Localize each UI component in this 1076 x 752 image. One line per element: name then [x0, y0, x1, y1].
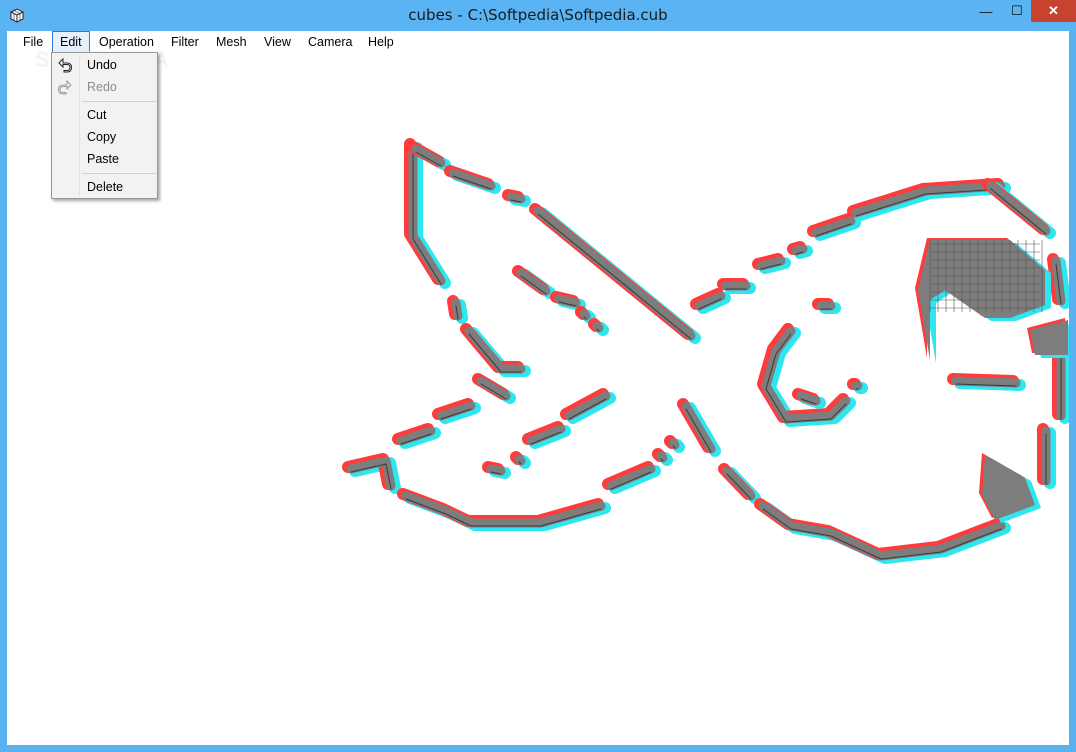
- paste-label: Paste: [87, 152, 119, 166]
- title-bar[interactable]: cubes - C:\Softpedia\Softpedia.cub — ☐ ✕: [0, 0, 1076, 31]
- menu-filter[interactable]: Filter: [164, 31, 206, 53]
- redo-icon: [57, 79, 72, 95]
- window-title: cubes - C:\Softpedia\Softpedia.cub: [408, 6, 668, 24]
- maximize-button[interactable]: ☐: [1002, 0, 1032, 22]
- menu-view[interactable]: View: [257, 31, 298, 53]
- maximize-icon: ☐: [1011, 3, 1023, 18]
- copy-menu-item[interactable]: Copy: [52, 126, 157, 148]
- undo-label: Undo: [87, 58, 117, 72]
- app-window: cubes - C:\Softpedia\Softpedia.cub — ☐ ✕…: [0, 0, 1076, 752]
- redo-label: Redo: [87, 80, 117, 94]
- edit-menu-dropdown: Undo Redo Cut Copy Paste Delete: [51, 52, 158, 199]
- cube-model[interactable]: [7, 53, 1069, 745]
- menu-mesh[interactable]: Mesh: [209, 31, 254, 53]
- copy-label: Copy: [87, 130, 117, 144]
- close-button[interactable]: ✕: [1031, 0, 1076, 22]
- delete-label: Delete: [87, 180, 124, 194]
- viewport-3d[interactable]: [7, 53, 1069, 745]
- minimize-button[interactable]: —: [971, 0, 1001, 22]
- cut-menu-item[interactable]: Cut: [52, 104, 157, 126]
- undo-icon: [58, 57, 73, 73]
- menu-camera[interactable]: Camera: [301, 31, 359, 53]
- delete-menu-item[interactable]: Delete: [52, 176, 157, 198]
- menu-separator: [82, 101, 156, 102]
- close-icon: ✕: [1048, 3, 1059, 18]
- undo-menu-item[interactable]: Undo: [52, 54, 157, 76]
- redo-menu-item[interactable]: Redo: [52, 76, 157, 98]
- menu-help[interactable]: Help: [361, 31, 401, 53]
- cut-label: Cut: [87, 108, 107, 122]
- paste-menu-item[interactable]: Paste: [52, 148, 157, 170]
- menu-separator: [82, 173, 156, 174]
- minimize-icon: —: [979, 3, 993, 19]
